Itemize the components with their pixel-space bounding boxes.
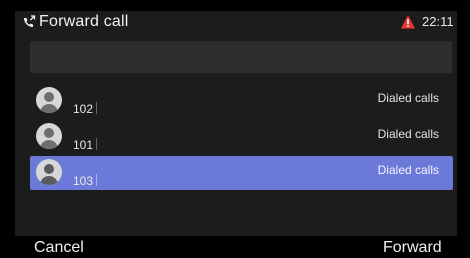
page-title: Forward call	[39, 13, 129, 30]
call-type-label: Dialed calls	[377, 163, 439, 177]
text-cursor	[96, 174, 98, 186]
avatar-icon	[36, 159, 62, 185]
call-type-label: Dialed calls	[377, 91, 439, 105]
forward-button[interactable]: Forward	[383, 239, 442, 257]
call-type-label: Dialed calls	[377, 127, 439, 141]
list-item[interactable]: 102 Dialed calls	[30, 84, 453, 118]
contact-number: 103	[73, 174, 94, 188]
forward-call-icon	[21, 14, 37, 30]
text-cursor	[96, 138, 98, 150]
softkey-bar: Cancel Forward	[0, 236, 470, 258]
list-item-selected[interactable]: 103 Dialed calls	[30, 156, 453, 190]
avatar-icon	[36, 123, 62, 149]
cancel-button[interactable]: Cancel	[34, 239, 84, 257]
list-item[interactable]: 101 Dialed calls	[30, 120, 453, 154]
forward-call-panel: Forward call 22:11 102 Dialed calls 101 …	[15, 11, 457, 258]
status-time: 22:11	[422, 14, 454, 29]
text-cursor	[96, 102, 98, 114]
warning-icon[interactable]	[400, 14, 416, 30]
search-field[interactable]	[30, 41, 452, 73]
contact-number: 101	[73, 138, 94, 152]
phone-screen: Forward call 22:11 102 Dialed calls 101 …	[0, 0, 470, 258]
contact-list: 102 Dialed calls 101 Dialed calls 103 Di…	[30, 84, 453, 192]
title-bar: Forward call	[15, 11, 457, 33]
search-input[interactable]	[30, 41, 452, 73]
avatar-icon	[36, 87, 62, 113]
contact-number: 102	[73, 102, 94, 116]
